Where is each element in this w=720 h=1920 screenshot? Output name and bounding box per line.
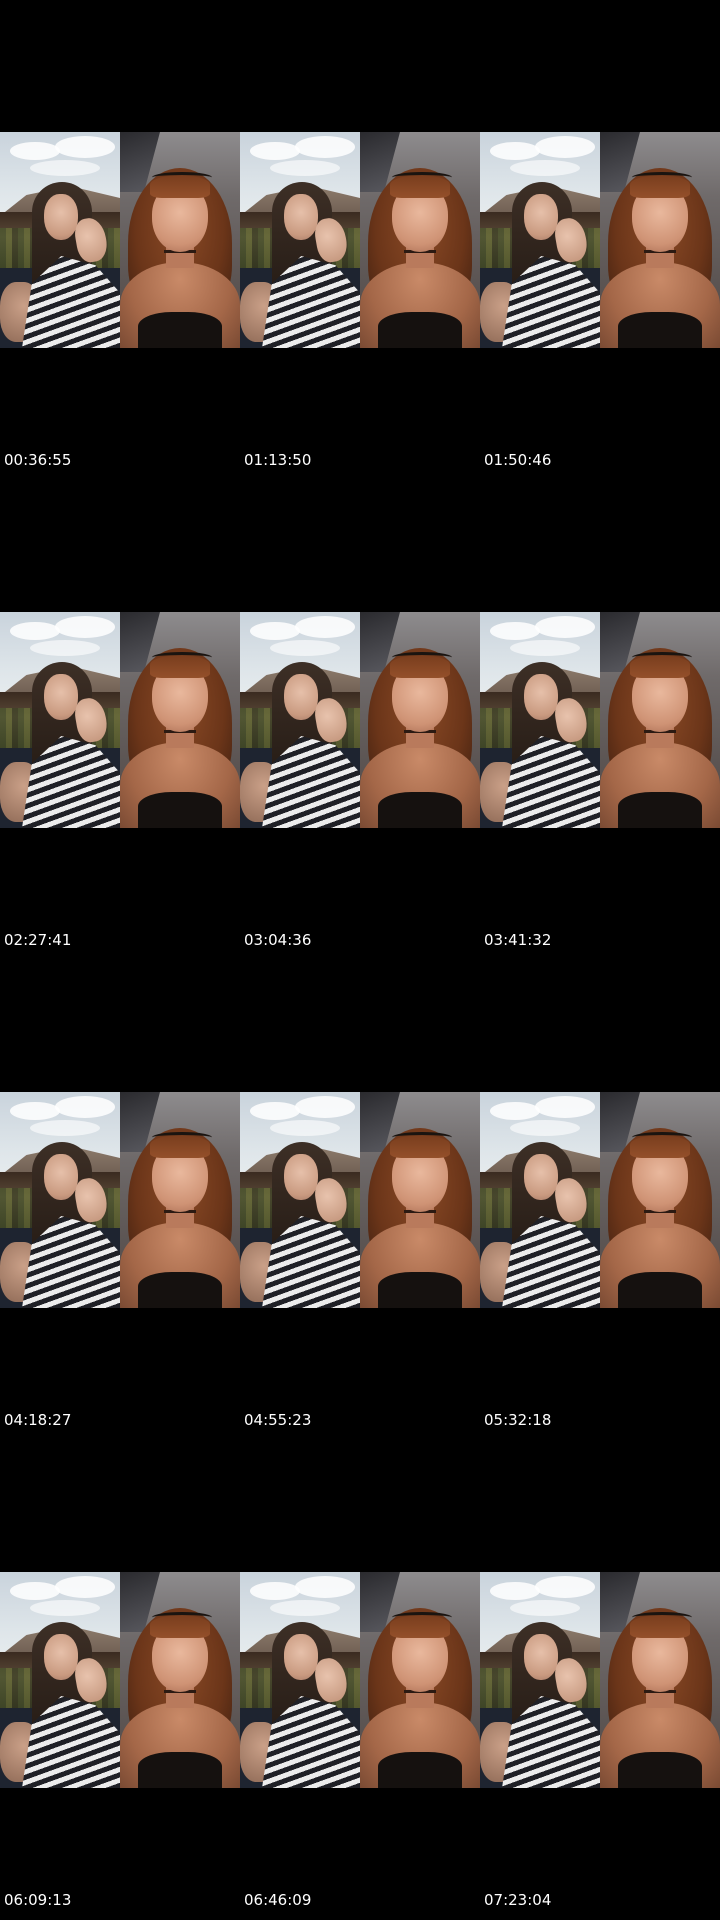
timestamp-label: 06:09:13 bbox=[4, 1891, 72, 1909]
right-video-panel bbox=[120, 1572, 240, 1788]
left-video-panel bbox=[480, 132, 600, 348]
video-frame[interactable] bbox=[0, 1572, 240, 1788]
timestamp-label: 02:27:41 bbox=[4, 931, 72, 949]
video-frame[interactable] bbox=[240, 1572, 480, 1788]
video-frame[interactable] bbox=[240, 1092, 480, 1308]
right-video-panel bbox=[600, 612, 720, 828]
timestamp-label: 06:46:09 bbox=[244, 1891, 312, 1909]
thumbnail-cell[interactable]: 00:36:55 bbox=[0, 0, 240, 480]
timestamp-label: 00:36:55 bbox=[4, 451, 72, 469]
video-frame[interactable] bbox=[240, 612, 480, 828]
thumbnail-cell[interactable]: 05:32:18 bbox=[480, 960, 720, 1440]
timestamp-label: 04:18:27 bbox=[4, 1411, 72, 1429]
video-frame[interactable] bbox=[0, 1092, 240, 1308]
right-video-panel bbox=[600, 132, 720, 348]
timestamp-label: 01:13:50 bbox=[244, 451, 312, 469]
right-video-panel bbox=[360, 1092, 480, 1308]
timestamp-label: 05:32:18 bbox=[484, 1411, 552, 1429]
left-video-panel bbox=[240, 612, 360, 828]
right-video-panel bbox=[120, 1092, 240, 1308]
thumbnail-cell[interactable]: 03:41:32 bbox=[480, 480, 720, 960]
thumbnail-cell[interactable]: 04:55:23 bbox=[240, 960, 480, 1440]
right-video-panel bbox=[600, 1092, 720, 1308]
video-frame[interactable] bbox=[480, 132, 720, 348]
video-frame[interactable] bbox=[480, 1092, 720, 1308]
right-video-panel bbox=[360, 132, 480, 348]
timestamp-label: 01:50:46 bbox=[484, 451, 552, 469]
left-video-panel bbox=[0, 1092, 120, 1308]
right-video-panel bbox=[120, 612, 240, 828]
thumbnail-cell[interactable]: 02:27:41 bbox=[0, 480, 240, 960]
thumbnail-cell[interactable]: 01:50:46 bbox=[480, 0, 720, 480]
thumbnail-cell[interactable]: 07:23:04 bbox=[480, 1440, 720, 1920]
thumbnail-cell[interactable]: 06:46:09 bbox=[240, 1440, 480, 1920]
timestamp-label: 03:41:32 bbox=[484, 931, 552, 949]
timestamp-label: 04:55:23 bbox=[244, 1411, 312, 1429]
thumbnail-cell[interactable]: 03:04:36 bbox=[240, 480, 480, 960]
video-frame[interactable] bbox=[480, 1572, 720, 1788]
video-frame[interactable] bbox=[240, 132, 480, 348]
right-video-panel bbox=[360, 1572, 480, 1788]
left-video-panel bbox=[0, 612, 120, 828]
left-video-panel bbox=[480, 612, 600, 828]
video-frame[interactable] bbox=[0, 612, 240, 828]
right-video-panel bbox=[360, 612, 480, 828]
left-video-panel bbox=[0, 132, 120, 348]
thumbnail-cell[interactable]: 06:09:13 bbox=[0, 1440, 240, 1920]
left-video-panel bbox=[240, 1572, 360, 1788]
thumbnail-grid: 00:36:55 01:13:50 01:50:46 02:27:41 03:0… bbox=[0, 0, 720, 1920]
thumbnail-cell[interactable]: 04:18:27 bbox=[0, 960, 240, 1440]
video-frame[interactable] bbox=[0, 132, 240, 348]
right-video-panel bbox=[120, 132, 240, 348]
left-video-panel bbox=[240, 1092, 360, 1308]
left-video-panel bbox=[0, 1572, 120, 1788]
video-frame[interactable] bbox=[480, 612, 720, 828]
left-video-panel bbox=[480, 1092, 600, 1308]
left-video-panel bbox=[480, 1572, 600, 1788]
right-video-panel bbox=[600, 1572, 720, 1788]
thumbnail-cell[interactable]: 01:13:50 bbox=[240, 0, 480, 480]
timestamp-label: 03:04:36 bbox=[244, 931, 312, 949]
timestamp-label: 07:23:04 bbox=[484, 1891, 552, 1909]
left-video-panel bbox=[240, 132, 360, 348]
